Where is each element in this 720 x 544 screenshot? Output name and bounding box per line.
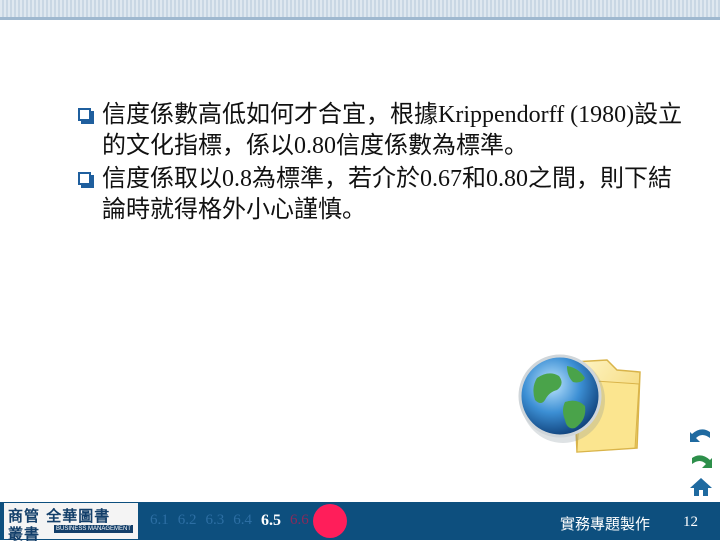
- forward-arrow-icon[interactable]: [688, 450, 714, 472]
- footer-title: 實務專題製作: [560, 515, 651, 533]
- publisher-logo: 商管 全華圖書 叢書 BUSINESS MANAGEMENT: [4, 503, 138, 543]
- globe-folder-icon: [518, 354, 641, 453]
- chapter-nav: 6.1 6.2 6.3 6.4 6.5 6.6: [150, 512, 318, 530]
- chapter-highlight-circle: [313, 504, 347, 538]
- chapter-link-6-5[interactable]: 6.5: [261, 512, 281, 530]
- logo-text-en: BUSINESS MANAGEMENT: [54, 525, 134, 533]
- bullet-square-icon: [78, 172, 94, 188]
- chapter-link-6-2[interactable]: 6.2: [178, 512, 197, 530]
- top-decorative-band: [0, 0, 720, 20]
- bullet-item: 信度係取以0.8為標準，若介於0.67和0.80之間，則下結論時就得格外小心謹慎…: [78, 164, 688, 226]
- chapter-link-6-3[interactable]: 6.3: [206, 512, 225, 530]
- chapter-link-6-4[interactable]: 6.4: [233, 512, 252, 530]
- chapter-link-6-1[interactable]: 6.1: [150, 512, 169, 530]
- slide-content: 信度係數高低如何才合宜，根據Krippendorff (1980)設立的文化指標…: [78, 100, 688, 226]
- navigation-buttons: [688, 424, 718, 500]
- chapter-link-6-6[interactable]: 6.6: [290, 512, 309, 530]
- bullet-text: 信度係取以0.8為標準，若介於0.67和0.80之間，則下結論時就得格外小心謹慎…: [102, 166, 672, 223]
- bullet-square-icon: [78, 108, 94, 124]
- bullet-item: 信度係數高低如何才合宜，根據Krippendorff (1980)設立的文化指標…: [78, 100, 688, 162]
- logo-text-bottom: 叢書: [8, 525, 41, 543]
- back-arrow-icon[interactable]: [688, 424, 714, 446]
- bullet-text: 信度係數高低如何才合宜，根據Krippendorff (1980)設立的文化指標…: [102, 102, 683, 159]
- page-number: 12: [683, 514, 698, 530]
- home-icon[interactable]: [688, 476, 714, 498]
